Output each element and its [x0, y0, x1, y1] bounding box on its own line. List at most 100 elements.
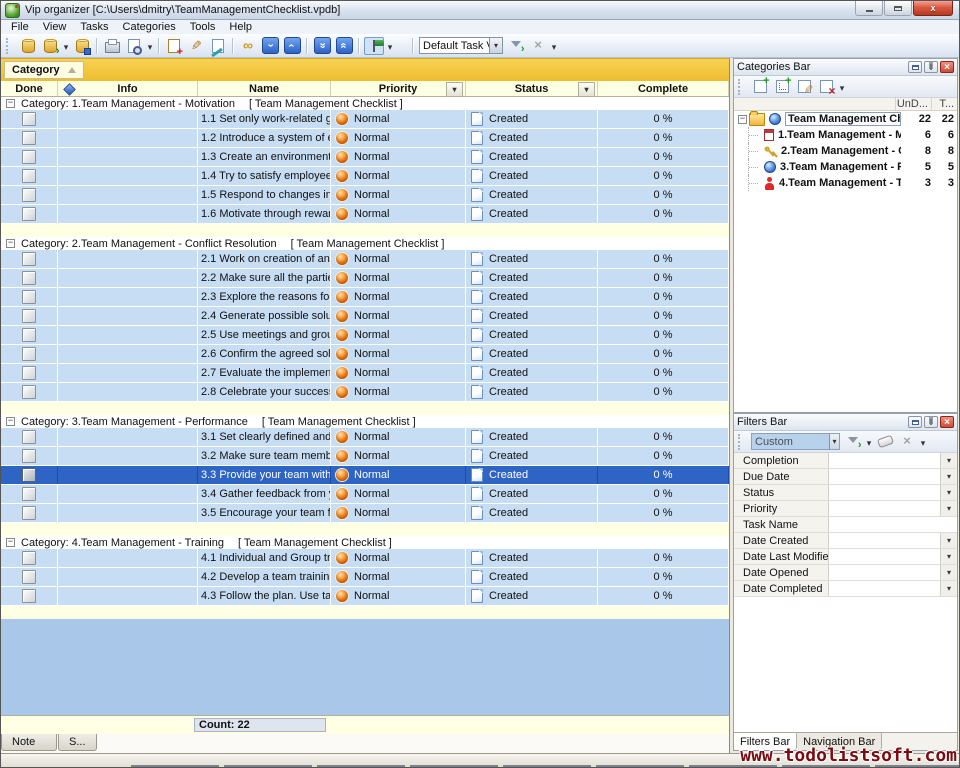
done-checkbox[interactable]	[22, 309, 36, 323]
done-checkbox[interactable]	[22, 551, 36, 565]
collapse-group-icon[interactable]	[6, 417, 15, 426]
collapse-all-icon[interactable]	[334, 37, 354, 55]
print-icon[interactable]	[102, 37, 122, 55]
flag-dropdown[interactable]	[385, 38, 395, 54]
delete-filter-icon[interactable]	[897, 433, 917, 451]
combo-dropdown-button[interactable]	[489, 38, 502, 53]
done-checkbox[interactable]	[22, 271, 36, 285]
toolbar-overflow[interactable]	[549, 38, 559, 54]
save-database-icon[interactable]	[72, 37, 92, 55]
task-row[interactable]: 3.1 Set clearly defined andNormalCreated…	[1, 428, 729, 447]
apply-filter-dropdown[interactable]	[864, 434, 874, 450]
filter-dropdown-button[interactable]	[940, 501, 957, 516]
done-checkbox[interactable]	[22, 385, 36, 399]
filter-value-field[interactable]	[829, 533, 940, 548]
menu-view[interactable]: View	[36, 21, 74, 33]
done-checkbox[interactable]	[22, 506, 36, 520]
done-checkbox[interactable]	[22, 487, 36, 501]
delete-category-icon[interactable]	[816, 78, 836, 96]
category-tree-item[interactable]: 1.Team Management - Motivat66	[734, 127, 957, 143]
apply-view-icon[interactable]	[506, 37, 526, 55]
filter-value-field[interactable]	[829, 581, 940, 596]
minimize-button[interactable]	[855, 1, 883, 16]
column-header-complete[interactable]: Complete	[598, 81, 729, 96]
filter-value-field[interactable]	[829, 453, 940, 468]
done-checkbox[interactable]	[22, 252, 36, 266]
task-row[interactable]: 3.5 Encourage your team for betterNormal…	[1, 504, 729, 523]
task-row[interactable]: 3.4 Gather feedback from your teamNormal…	[1, 485, 729, 504]
done-checkbox[interactable]	[22, 112, 36, 126]
category-tree-item[interactable]: 3.Team Management - Perform55	[734, 159, 957, 175]
collapse-group-icon[interactable]	[6, 239, 15, 248]
task-row[interactable]: 1.4 Try to satisfy employee needs.Normal…	[1, 167, 729, 186]
view-tasks-icon[interactable]	[238, 37, 258, 55]
column-header-info[interactable]: Info	[58, 81, 198, 96]
done-checkbox[interactable]	[22, 328, 36, 342]
task-row[interactable]: 1.1 Set only work-related goals. YourNor…	[1, 110, 729, 129]
task-row[interactable]: 2.3 Explore the reasons for theNormalCre…	[1, 288, 729, 307]
new-subcategory-icon[interactable]	[772, 78, 792, 96]
close-button[interactable]: x	[913, 1, 953, 16]
filter-value-field[interactable]	[829, 549, 940, 564]
move-up-icon[interactable]	[282, 37, 302, 55]
flag-icon[interactable]	[364, 37, 384, 55]
close-panel-button[interactable]	[940, 61, 954, 73]
clear-view-icon[interactable]	[528, 37, 548, 55]
done-checkbox[interactable]	[22, 169, 36, 183]
done-checkbox[interactable]	[22, 570, 36, 584]
done-checkbox[interactable]	[22, 430, 36, 444]
collapse-tree-icon[interactable]	[738, 115, 747, 124]
column-header-status[interactable]: Status	[466, 81, 598, 96]
edit-task-icon[interactable]	[186, 37, 206, 55]
menu-categories[interactable]: Categories	[116, 21, 183, 33]
pin-panel-button[interactable]	[924, 416, 938, 428]
print-preview-icon[interactable]	[124, 37, 144, 55]
task-row[interactable]: 4.2 Develop a team training plan.NormalC…	[1, 568, 729, 587]
done-checkbox[interactable]	[22, 589, 36, 603]
filter-value-field[interactable]	[829, 469, 940, 484]
close-panel-button[interactable]	[940, 416, 954, 428]
menu-file[interactable]: File	[4, 21, 36, 33]
filter-preset-combo[interactable]: Custom	[751, 433, 840, 450]
done-checkbox[interactable]	[22, 468, 36, 482]
open-database-dropdown[interactable]	[61, 38, 71, 54]
maximize-button[interactable]	[884, 1, 912, 16]
new-task-icon[interactable]	[164, 37, 184, 55]
filter-value-field[interactable]	[829, 501, 940, 516]
edit-category-icon[interactable]	[794, 78, 814, 96]
clear-filter-icon[interactable]	[875, 433, 895, 451]
filter-value-field[interactable]	[829, 565, 940, 580]
filters-bar-title[interactable]: Filters Bar	[734, 414, 957, 431]
categories-bar-title[interactable]: Categories Bar	[734, 59, 957, 76]
task-row[interactable]: 1.5 Respond to changes in the workNormal…	[1, 186, 729, 205]
collapse-group-icon[interactable]	[6, 99, 15, 108]
categories-toolbar-overflow[interactable]	[837, 79, 847, 95]
priority-filter-button[interactable]	[446, 82, 463, 97]
total-column-header[interactable]: T...	[931, 98, 957, 110]
task-row[interactable]: 1.3 Create an environment of highNormalC…	[1, 148, 729, 167]
filter-dropdown-button[interactable]	[940, 469, 957, 484]
task-row[interactable]: 2.2 Make sure all the parties want toNor…	[1, 269, 729, 288]
filter-dropdown-button[interactable]	[940, 533, 957, 548]
done-checkbox[interactable]	[22, 207, 36, 221]
float-panel-button[interactable]	[908, 416, 922, 428]
delete-task-icon[interactable]	[208, 37, 228, 55]
menu-help[interactable]: Help	[222, 21, 259, 33]
done-checkbox[interactable]	[22, 347, 36, 361]
filter-dropdown-button[interactable]	[940, 549, 957, 564]
task-row[interactable]: 3.2 Make sure team members haveNormalCre…	[1, 447, 729, 466]
filters-toolbar-overflow[interactable]	[918, 434, 928, 450]
group-by-category-button[interactable]: Category	[4, 61, 84, 79]
filter-dropdown-button[interactable]	[940, 485, 957, 500]
group-header-row[interactable]: Category: 4.Team Management - Training[ …	[1, 536, 729, 549]
category-tree-item[interactable]: 4.Team Management - Training33	[734, 175, 957, 191]
task-row[interactable]: 4.1 Individual and Group trainingNormalC…	[1, 549, 729, 568]
task-row[interactable]: 2.7 Evaluate the implementation - ifNorm…	[1, 364, 729, 383]
done-checkbox[interactable]	[22, 366, 36, 380]
note-tab-s[interactable]: S...	[58, 734, 97, 751]
collapse-group-icon[interactable]	[6, 538, 15, 547]
done-checkbox[interactable]	[22, 188, 36, 202]
filter-value-field[interactable]	[829, 485, 940, 500]
group-header-row[interactable]: Category: 2.Team Management - Conflict R…	[1, 237, 729, 250]
status-filter-button[interactable]	[578, 82, 595, 97]
